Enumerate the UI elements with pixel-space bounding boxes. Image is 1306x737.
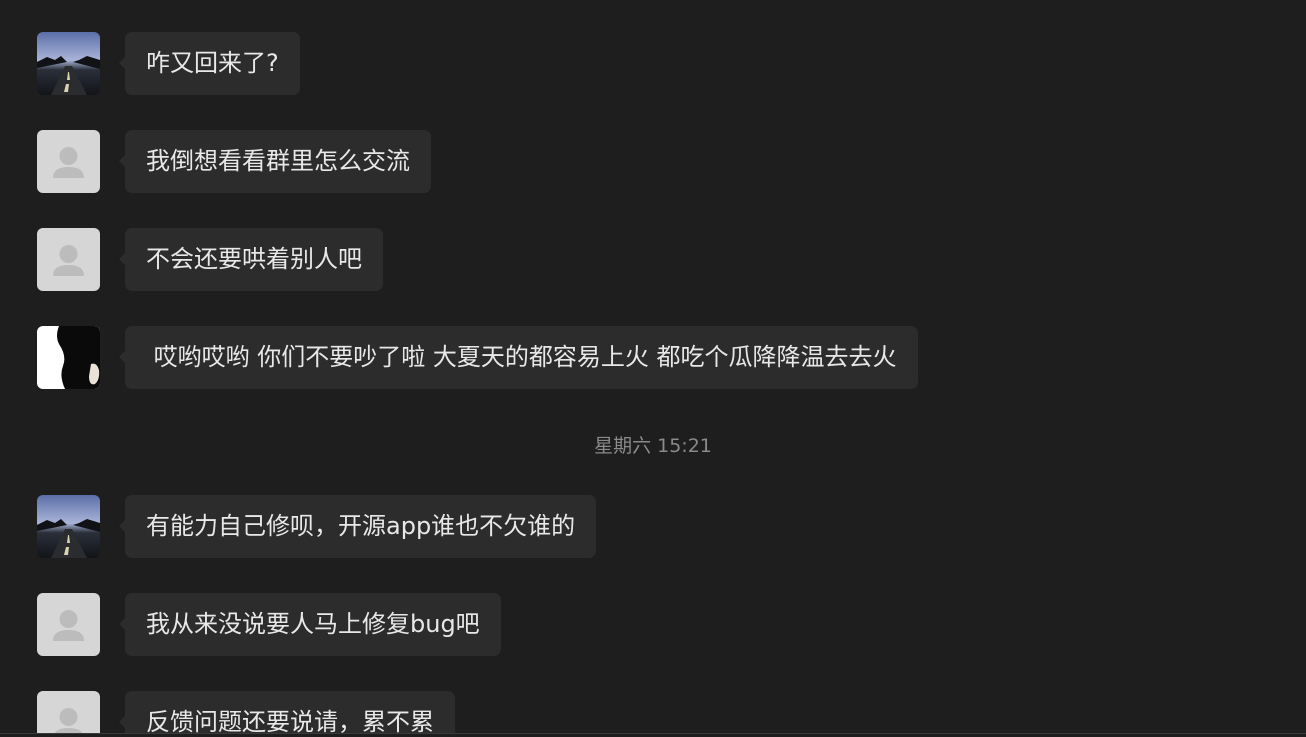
avatar[interactable]: [37, 326, 100, 389]
default-user-icon: [37, 130, 100, 193]
default-user-icon: [37, 593, 100, 656]
message-bubble[interactable]: 有能力自己修呗，开源app谁也不欠谁的: [118, 495, 597, 558]
avatar[interactable]: [37, 32, 100, 95]
avatar[interactable]: [37, 691, 100, 737]
timestamp-divider: 星期六 15:21: [594, 435, 712, 457]
message-bubble[interactable]: 我倒想看看群里怎么交流: [119, 130, 431, 193]
road-photo-icon: [37, 495, 100, 558]
road-photo-icon: [37, 32, 100, 95]
black-white-photo-icon: [37, 326, 100, 389]
avatar[interactable]: [37, 495, 100, 558]
default-user-icon: [37, 691, 100, 737]
message-bubble[interactable]: 反馈问题还要说请，累不累: [119, 691, 455, 737]
input-area-divider: [0, 733, 1306, 737]
chat-message-list[interactable]: 咋又回来了? 我倒想看看群里怎么交流 不会还要哄着别人吧 哎哟哎哟 你们不要吵了…: [0, 0, 1306, 737]
message-bubble[interactable]: 不会还要哄着别人吧: [119, 228, 383, 291]
message-bubble[interactable]: 咋又回来了?: [119, 32, 300, 95]
avatar[interactable]: [37, 130, 100, 193]
message-bubble[interactable]: 我从来没说要人马上修复bug吧: [119, 593, 501, 656]
avatar[interactable]: [37, 593, 100, 656]
message-bubble[interactable]: 哎哟哎哟 你们不要吵了啦 大夏天的都容易上火 都吃个瓜降降温去去火: [119, 326, 918, 389]
avatar[interactable]: [37, 228, 100, 291]
default-user-icon: [37, 228, 100, 291]
